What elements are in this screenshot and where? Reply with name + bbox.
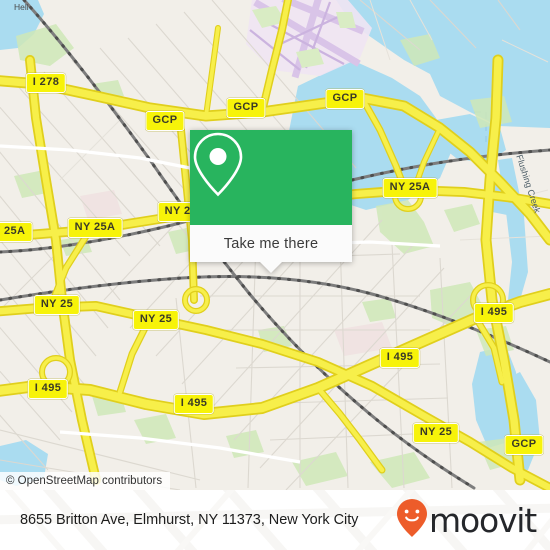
screenshot-root: Flushing Creek Hell I 278 GCP GCP GCP NY…	[0, 0, 550, 550]
road-shield-ny25: NY 25	[33, 295, 81, 315]
take-me-there-label: Take me there	[223, 235, 319, 252]
road-shield-ny25a: NY 25A	[0, 222, 33, 242]
map-canvas[interactable]: Flushing Creek Hell I 278 GCP GCP GCP NY…	[0, 0, 550, 490]
road-shield-gcp: GCP	[504, 435, 544, 455]
moovit-pin-icon	[397, 498, 428, 542]
popup-header	[190, 130, 352, 225]
footer-bar: 8655 Britton Ave, Elmhurst, NY 11373, Ne…	[0, 490, 550, 550]
road-shield-ny25: NY 25	[132, 310, 180, 330]
road-shield-ny25: NY 25	[412, 423, 460, 443]
location-popup-card[interactable]: Take me there	[190, 130, 352, 273]
road-shield-gcp: GCP	[226, 98, 266, 118]
popup-action-row[interactable]: Take me there	[190, 225, 352, 262]
road-shield-i495: I 495	[379, 348, 421, 368]
osm-attribution[interactable]: © OpenStreetMap contributors	[0, 472, 171, 490]
road-shield-i495: I 495	[473, 303, 515, 323]
road-shield-ny25a: NY 25A	[67, 218, 123, 238]
road-shield-ny25a: NY 25A	[382, 178, 438, 198]
moovit-wordmark: moovit	[429, 500, 537, 540]
address-text: 8655 Britton Ave, Elmhurst, NY 11373, Ne…	[20, 512, 359, 528]
place-label: Hell	[14, 2, 29, 12]
popup-pointer-tail	[260, 262, 282, 273]
road-shield-gcp: GCP	[145, 111, 185, 131]
road-shield-i278: I 278	[25, 73, 67, 93]
road-shield-i495: I 495	[173, 394, 215, 414]
moovit-logo[interactable]: moovit	[397, 498, 537, 542]
road-shield-i495: I 495	[27, 379, 69, 399]
road-shield-gcp: GCP	[325, 89, 365, 109]
